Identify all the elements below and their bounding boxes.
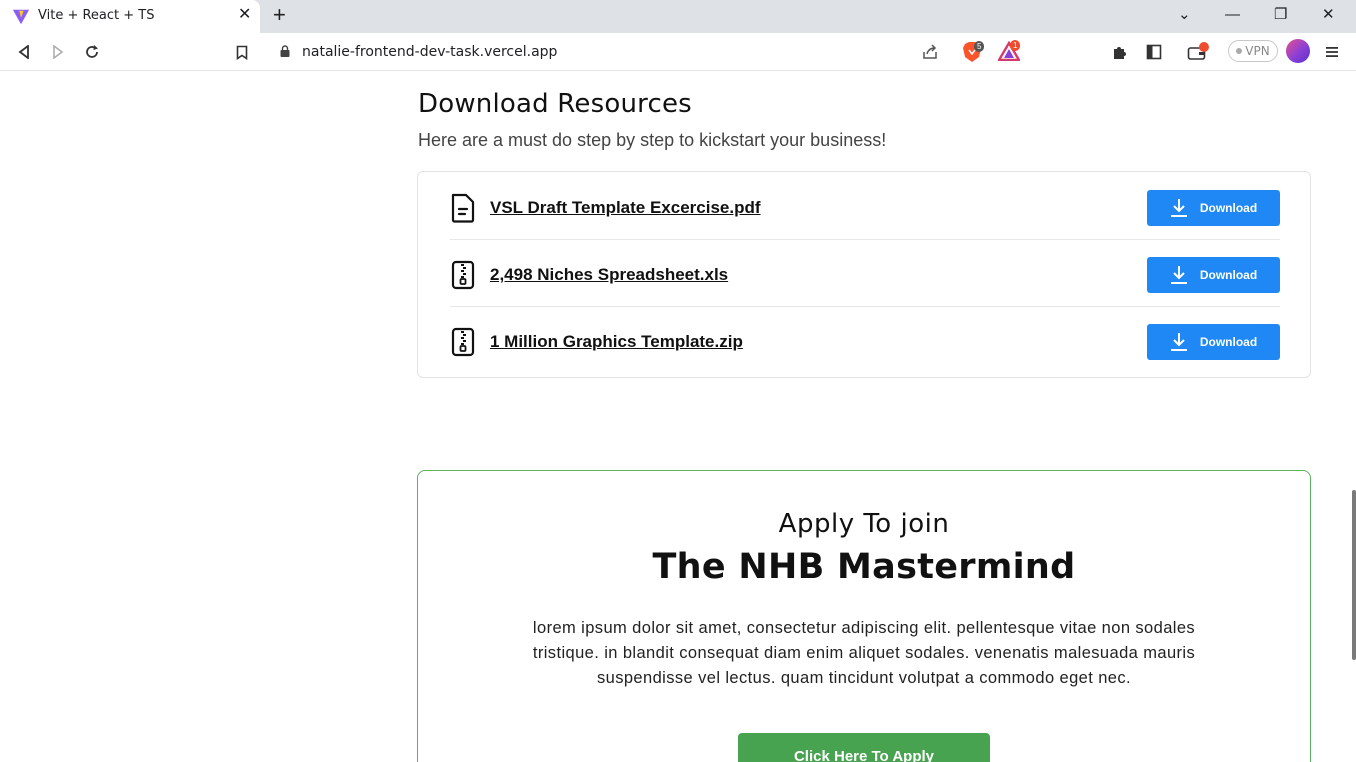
download-resources-card: VSL Draft Template Excercise.pdf Downloa… — [417, 171, 1311, 378]
menu-button[interactable] — [1320, 40, 1344, 64]
back-arrow-icon — [18, 45, 29, 59]
close-tab-icon[interactable]: ✕ — [238, 7, 251, 23]
apply-eyebrow: Apply To join — [778, 509, 950, 539]
apply-button[interactable]: Click Here To Apply — [738, 733, 990, 762]
apply-description: lorem ipsum dolor sit amet, consectetur … — [532, 619, 1196, 687]
download-button-label: Download — [1199, 335, 1258, 349]
back-button[interactable] — [12, 40, 36, 64]
resource-link[interactable]: VSL Draft Template Excercise.pdf — [490, 198, 761, 218]
zip-file-icon — [451, 327, 475, 357]
tab-strip: Vite + React + TS ✕ + ⌄ — ❐ ✕ — [0, 0, 1356, 33]
bookmark-icon — [236, 45, 248, 60]
apply-title: The NHB Mastermind — [652, 547, 1076, 587]
resource-row: 1 Million Graphics Template.zip Download — [450, 307, 1280, 374]
close-window-button[interactable]: ✕ — [1322, 5, 1335, 25]
wallet-button[interactable] — [1186, 40, 1210, 64]
brave-rewards-button[interactable]: 1 — [996, 40, 1022, 66]
browser-tab[interactable]: Vite + React + TS ✕ — [0, 0, 260, 33]
vpn-status-dot — [1236, 48, 1243, 54]
document-icon — [451, 193, 475, 223]
tab-search-icon[interactable]: ⌄ — [1178, 5, 1191, 25]
download-icon — [1170, 266, 1187, 284]
download-icon — [1170, 199, 1187, 217]
page-content: Download Resources Here are a must do st… — [0, 72, 1356, 762]
url-text: natalie-frontend-dev-task.vercel.app — [302, 44, 558, 60]
share-icon[interactable] — [921, 43, 939, 61]
scrollbar-thumb[interactable] — [1352, 490, 1356, 660]
resource-row: VSL Draft Template Excercise.pdf Downloa… — [450, 173, 1280, 240]
section-title: Download Resources — [418, 89, 692, 119]
profile-avatar[interactable] — [1286, 39, 1310, 63]
vite-logo-icon — [12, 9, 30, 25]
brave-shields-button[interactable]: 5 — [962, 41, 985, 68]
sidebar-toggle-button[interactable] — [1142, 40, 1166, 64]
section-subtitle: Here are a must do step by step to kicks… — [418, 130, 887, 150]
download-button[interactable]: Download — [1147, 324, 1280, 360]
download-button-label: Download — [1199, 268, 1258, 282]
apply-card: Apply To join The NHB Mastermind lorem i… — [417, 470, 1311, 762]
download-button-label: Download — [1199, 201, 1258, 215]
download-button[interactable]: Download — [1147, 190, 1280, 226]
puzzle-piece-icon — [1114, 47, 1126, 59]
wallet-icon — [1187, 42, 1209, 60]
sidebar-icon — [1146, 44, 1162, 60]
resource-link[interactable]: 2,498 Niches Spreadsheet.xls — [490, 265, 728, 285]
forward-arrow-icon — [53, 45, 64, 59]
resource-link[interactable]: 1 Million Graphics Template.zip — [490, 332, 743, 352]
hamburger-menu-icon — [1326, 47, 1338, 57]
vpn-label: VPN — [1245, 44, 1270, 58]
reload-icon — [86, 45, 98, 58]
reload-button[interactable] — [80, 40, 104, 64]
download-icon — [1170, 333, 1187, 351]
address-bar[interactable]: natalie-frontend-dev-task.vercel.app 5 1 — [266, 36, 1026, 67]
new-tab-button[interactable]: + — [273, 4, 286, 26]
download-button[interactable]: Download — [1147, 257, 1280, 293]
vpn-button[interactable]: VPN — [1228, 40, 1278, 62]
forward-button[interactable] — [46, 40, 70, 64]
zip-file-icon — [451, 260, 475, 290]
tab-title: Vite + React + TS — [38, 8, 155, 23]
lock-icon — [280, 45, 290, 57]
shield-count-badge: 5 — [974, 41, 985, 52]
resource-row: 2,498 Niches Spreadsheet.xls Download — [450, 240, 1280, 307]
extensions-button[interactable] — [1108, 40, 1132, 64]
browser-toolbar: natalie-frontend-dev-task.vercel.app 5 1… — [0, 33, 1356, 71]
bookmark-button[interactable] — [230, 40, 254, 64]
restore-button[interactable]: ❐ — [1274, 5, 1287, 25]
minimize-button[interactable]: — — [1225, 5, 1240, 25]
